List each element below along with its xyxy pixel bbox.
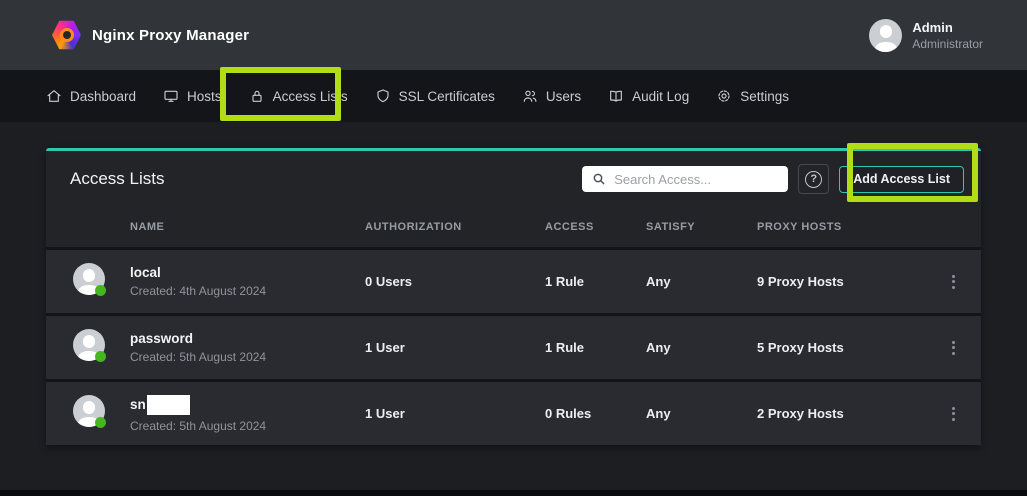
main-nav: Dashboard Hosts Access Lists SSL Certifi… xyxy=(0,70,1027,122)
column-header-name: NAME xyxy=(130,221,365,233)
user-name: Admin xyxy=(912,20,983,35)
users-icon xyxy=(522,88,538,104)
table-row[interactable]: password Created: 5th August 2024 1 User… xyxy=(46,313,981,379)
column-header-satisfy: SATISFY xyxy=(646,221,757,233)
satisfy-value: Any xyxy=(646,406,757,421)
authorization-value: 0 Users xyxy=(365,274,545,289)
nav-item-label: Users xyxy=(546,89,581,104)
row-menu-button[interactable] xyxy=(948,403,959,425)
created-date: Created: 5th August 2024 xyxy=(130,419,365,433)
nav-item-ssl-certificates[interactable]: SSL Certificates xyxy=(375,88,495,104)
search-input[interactable] xyxy=(582,166,788,192)
top-header: Nginx Proxy Manager Admin Administrator xyxy=(0,0,1027,70)
brand[interactable]: Nginx Proxy Manager xyxy=(52,20,249,51)
column-header-proxy-hosts: PROXY HOSTS xyxy=(757,221,925,233)
proxy-hosts-value: 2 Proxy Hosts xyxy=(757,406,925,421)
nav-item-label: Dashboard xyxy=(70,89,136,104)
access-value: 0 Rules xyxy=(545,406,646,421)
proxy-hosts-value: 9 Proxy Hosts xyxy=(757,274,925,289)
access-list-name: local xyxy=(130,265,365,280)
table-row[interactable]: sn Created: 5th August 2024 1 User 0 Rul… xyxy=(46,379,981,445)
proxy-hosts-value: 5 Proxy Hosts xyxy=(757,340,925,355)
online-status-dot xyxy=(95,417,106,428)
user-avatar xyxy=(869,19,902,52)
access-value: 1 Rule xyxy=(545,340,646,355)
home-icon xyxy=(46,88,62,104)
nav-item-label: Access Lists xyxy=(273,89,348,104)
bottom-edge xyxy=(0,490,1027,496)
user-menu[interactable]: Admin Administrator xyxy=(869,19,983,52)
nav-item-label: Hosts xyxy=(187,89,222,104)
gear-icon xyxy=(716,88,732,104)
column-header-access: ACCESS xyxy=(545,221,646,233)
logo-core-ring xyxy=(60,28,74,42)
row-menu-button[interactable] xyxy=(948,337,959,359)
panel-header: Access Lists ? Add Access List xyxy=(46,151,981,207)
access-value: 1 Rule xyxy=(545,274,646,289)
satisfy-value: Any xyxy=(646,340,757,355)
search-icon xyxy=(591,171,607,187)
nav-item-settings[interactable]: Settings xyxy=(716,88,789,104)
help-button[interactable]: ? xyxy=(798,164,829,194)
table-row[interactable]: local Created: 4th August 2024 0 Users 1… xyxy=(46,247,981,313)
access-list-name: sn xyxy=(130,395,365,415)
app-title: Nginx Proxy Manager xyxy=(92,27,249,44)
authorization-value: 1 User xyxy=(365,340,545,355)
row-menu-button[interactable] xyxy=(948,271,959,293)
nav-item-users[interactable]: Users xyxy=(522,88,581,104)
user-role: Administrator xyxy=(912,37,983,51)
nav-item-hosts[interactable]: Hosts xyxy=(163,88,222,104)
row-avatar xyxy=(73,395,105,427)
nav-item-label: Audit Log xyxy=(632,89,689,104)
help-icon: ? xyxy=(805,171,822,188)
content-area: Access Lists ? Add Access List NAME AUTH… xyxy=(0,122,1027,445)
column-header-authorization: AUTHORIZATION xyxy=(365,221,545,233)
add-access-list-button[interactable]: Add Access List xyxy=(839,166,964,193)
satisfy-value: Any xyxy=(646,274,757,289)
panel-actions: ? Add Access List xyxy=(582,164,964,194)
access-list-name: password xyxy=(130,331,365,346)
page-title: Access Lists xyxy=(70,169,582,189)
nav-item-access-lists[interactable]: Access Lists xyxy=(249,88,348,104)
authorization-value: 1 User xyxy=(365,406,545,421)
book-icon xyxy=(608,88,624,104)
nav-item-dashboard[interactable]: Dashboard xyxy=(46,88,136,104)
shield-icon xyxy=(375,88,391,104)
lock-icon xyxy=(249,88,265,104)
nav-item-audit-log[interactable]: Audit Log xyxy=(608,88,689,104)
redaction-box xyxy=(147,395,190,415)
access-lists-panel: Access Lists ? Add Access List NAME AUTH… xyxy=(46,148,981,445)
created-date: Created: 4th August 2024 xyxy=(130,284,365,298)
search-box xyxy=(582,166,788,192)
nav-item-label: SSL Certificates xyxy=(399,89,495,104)
row-avatar xyxy=(73,263,105,295)
created-date: Created: 5th August 2024 xyxy=(130,350,365,364)
row-avatar xyxy=(73,329,105,361)
online-status-dot xyxy=(95,351,106,362)
monitor-icon xyxy=(163,88,179,104)
nav-item-label: Settings xyxy=(740,89,789,104)
table-header-row: NAME AUTHORIZATION ACCESS SATISFY PROXY … xyxy=(46,207,981,247)
app-logo-icon xyxy=(52,20,81,51)
online-status-dot xyxy=(95,285,106,296)
